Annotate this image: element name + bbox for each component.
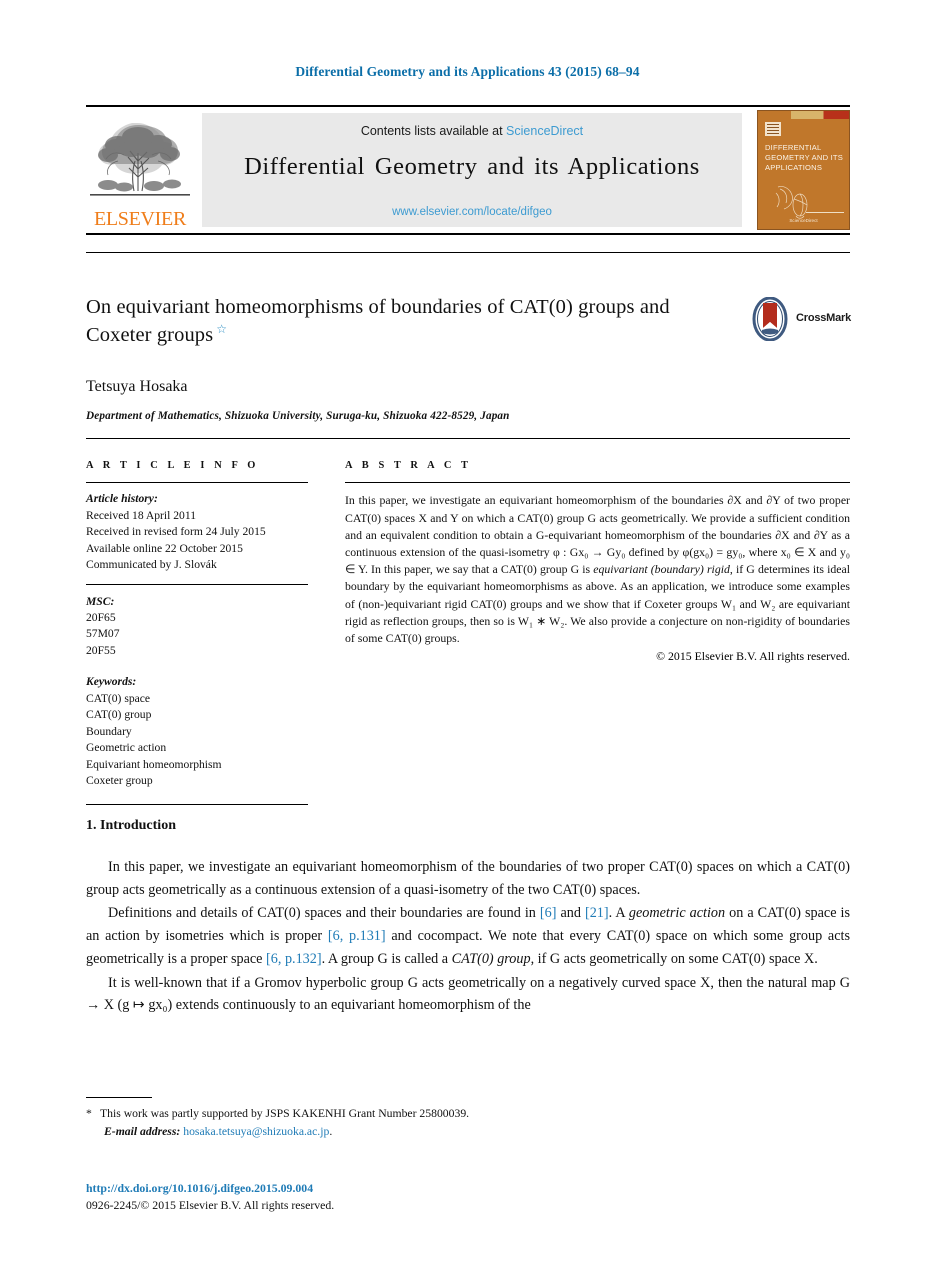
contents-panel: Contents lists available at ScienceDirec… bbox=[202, 113, 742, 227]
keyword-4: Geometric action bbox=[86, 741, 167, 755]
body-paragraph-3: It is well-known that if a Gromov hyperb… bbox=[86, 974, 850, 1014]
footnote-funding-text: This work was partly supported by JSPS K… bbox=[100, 1107, 470, 1120]
keyword-5: Equivariant homeomorphism bbox=[86, 757, 222, 771]
section-heading-introduction: 1. Introduction bbox=[86, 818, 176, 833]
article-title-text: On equivariant homeomorphisms of boundar… bbox=[86, 296, 670, 347]
footnote-email: E-mail address: hosaka.tetsuya@shizuoka.… bbox=[104, 1124, 333, 1138]
article-history-label: Article history: bbox=[86, 492, 158, 506]
email-link[interactable]: hosaka.tetsuya@shizuoka.ac.jp bbox=[183, 1125, 329, 1138]
article-history-block: Article history: Received 18 April 2011 … bbox=[86, 491, 308, 573]
article-first-page: Differential Geometry and its Applicatio… bbox=[0, 0, 935, 1266]
abstract-copyright: © 2015 Elsevier B.V. All rights reserved… bbox=[656, 649, 850, 664]
abstract-text: In this paper, we investigate an equivar… bbox=[345, 493, 851, 646]
journal-masthead: ELSEVIER Contents lists available at Sci… bbox=[86, 105, 850, 235]
keywords-label: Keywords: bbox=[86, 675, 137, 689]
divider-under-masthead bbox=[86, 252, 850, 253]
cover-title: DIFFERENTIAL GEOMETRY AND ITS APPLICATIO… bbox=[765, 143, 845, 173]
email-label: E-mail address: bbox=[104, 1124, 181, 1138]
footnote-block: * This work was partly supported by JSPS … bbox=[86, 1105, 786, 1140]
info-bottom-rule bbox=[86, 803, 308, 805]
page-title: On equivariant homeomorphisms of boundar… bbox=[86, 293, 736, 350]
cover-top-bar bbox=[758, 111, 849, 119]
msc-block: MSC: 20F65 57M07 20F55 bbox=[86, 594, 308, 660]
journal-cover-thumbnail[interactable]: DIFFERENTIAL GEOMETRY AND ITS APPLICATIO… bbox=[757, 110, 850, 230]
footnote-star-marker[interactable]: ☆ bbox=[213, 322, 227, 336]
body-paragraph-1: In this paper, we investigate an equivar… bbox=[86, 859, 850, 898]
footnote-funding: * This work was partly supported by JSPS … bbox=[86, 1105, 786, 1123]
footnote-marker: * bbox=[86, 1107, 92, 1120]
contents-available-line: Contents lists available at ScienceDirec… bbox=[202, 124, 742, 138]
elsevier-tree-icon bbox=[90, 123, 190, 196]
keyword-1: CAT(0) space bbox=[86, 691, 151, 705]
cover-title-line-2: GEOMETRY AND ITS bbox=[765, 153, 844, 163]
article-info-heading: A R T I C L E I N F O bbox=[86, 460, 259, 471]
keyword-6: Coxeter group bbox=[86, 774, 153, 788]
history-online: Available online 22 October 2015 bbox=[86, 541, 243, 555]
doi-link[interactable]: http://dx.doi.org/10.1016/j.difgeo.2015.… bbox=[86, 1180, 786, 1197]
abstract-rule bbox=[345, 482, 850, 484]
history-communicated: Communicated by J. Slovák bbox=[86, 558, 217, 572]
crossmark-badge[interactable]: CrossMark bbox=[748, 297, 852, 343]
author-name: Tetsuya Hosaka bbox=[86, 378, 188, 395]
issn-copyright-line: 0926-2245/© 2015 Elsevier B.V. All right… bbox=[86, 1198, 335, 1213]
journal-homepage-link[interactable]: www.elsevier.com/locate/difgeo bbox=[392, 206, 552, 218]
cover-artwork-icon bbox=[775, 186, 808, 219]
cover-footer-label: ScienceDirect bbox=[789, 218, 818, 223]
divider-above-info bbox=[86, 438, 850, 439]
elsevier-logo: ELSEVIER bbox=[88, 111, 192, 231]
journal-title: Differential Geometry and its Applicatio… bbox=[244, 153, 700, 180]
keyword-2: CAT(0) group bbox=[86, 708, 152, 722]
crossmark-icon bbox=[752, 297, 788, 341]
article-body: 1. Introduction In this paper, we invest… bbox=[86, 818, 850, 1017]
crossmark-label: CrossMark bbox=[796, 312, 852, 324]
msc-rule bbox=[86, 583, 308, 585]
history-received: Received 18 April 2011 bbox=[86, 508, 197, 522]
footnote-divider bbox=[86, 1097, 152, 1099]
author-affiliation: Department of Mathematics, Shizuoka Univ… bbox=[86, 410, 510, 422]
cover-divider bbox=[806, 212, 844, 213]
keywords-block: Keywords: CAT(0) space CAT(0) group Boun… bbox=[86, 674, 308, 789]
body-paragraph-2: Definitions and details of CAT(0) spaces… bbox=[86, 905, 850, 967]
article-title-block: On equivariant homeomorphisms of boundar… bbox=[86, 293, 852, 350]
abstract-heading: A B S T R A C T bbox=[345, 460, 472, 471]
sciencedirect-link[interactable]: ScienceDirect bbox=[506, 124, 583, 138]
msc-label: MSC: bbox=[86, 594, 115, 608]
cover-title-line-3: APPLICATIONS bbox=[765, 163, 823, 173]
imprint-block: http://dx.doi.org/10.1016/j.difgeo.2015.… bbox=[86, 1180, 786, 1214]
abstract-column: A B S T R A C T In this paper, we invest… bbox=[345, 460, 850, 664]
history-revised: Received in revised form 24 July 2015 bbox=[86, 525, 266, 539]
msc-code-1: 20F65 bbox=[86, 611, 116, 625]
contents-prefix: Contents lists available at bbox=[360, 124, 507, 138]
msc-code-2: 57M07 bbox=[86, 627, 120, 641]
journal-url-line: www.elsevier.com/locate/difgeo bbox=[202, 206, 742, 218]
article-info-column: A R T I C L E I N F O Article history: R… bbox=[86, 460, 308, 814]
msc-code-3: 20F55 bbox=[86, 643, 116, 657]
cover-title-line-1: DIFFERENTIAL bbox=[765, 143, 822, 152]
keyword-3: Boundary bbox=[86, 724, 132, 738]
running-head: Differential Geometry and its Applicatio… bbox=[295, 64, 640, 79]
article-info-rule bbox=[86, 482, 308, 484]
elsevier-wordmark: ELSEVIER bbox=[93, 208, 187, 230]
cover-elsevier-mark bbox=[765, 122, 781, 136]
